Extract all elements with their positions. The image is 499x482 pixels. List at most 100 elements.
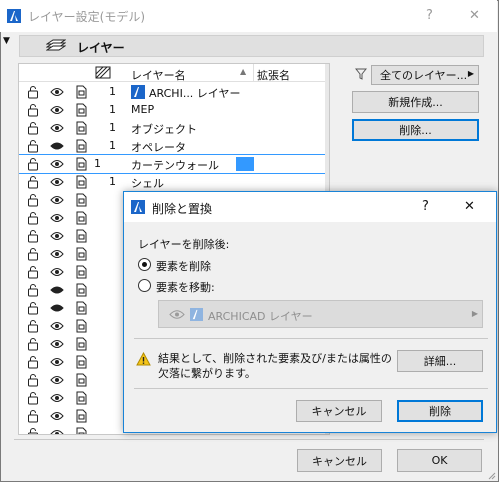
extension-edit-cell[interactable] [236,157,254,171]
dialog-cancel-button[interactable]: キャンセル [296,400,382,422]
radio-delete[interactable] [138,258,151,271]
filter-icon [355,68,367,80]
lock-icon[interactable] [26,103,40,117]
column-layer-name[interactable]: レイヤー名 [131,67,186,83]
wireframe-icon[interactable] [74,121,88,135]
eye-icon[interactable] [50,121,64,135]
lock-icon[interactable] [26,157,40,171]
footer-divider [14,439,484,440]
wireframe-icon[interactable] [74,175,88,189]
eye-hidden-icon[interactable] [50,283,64,297]
lock-icon[interactable] [26,391,40,405]
eye-hidden-icon[interactable] [50,139,64,153]
lock-icon[interactable] [26,247,40,261]
table-header: レイヤー名 ▲ 拡張名 [19,64,329,82]
wireframe-icon[interactable] [74,103,88,117]
lock-icon[interactable] [26,211,40,225]
lock-icon[interactable] [26,175,40,189]
archicad-app-icon [7,9,21,23]
eye-icon[interactable] [50,355,64,369]
wireframe-icon[interactable] [74,85,88,99]
close-button[interactable]: ✕ [469,8,480,23]
eye-icon[interactable] [50,175,64,189]
eye-icon[interactable] [50,157,64,171]
lock-icon[interactable] [26,373,40,387]
lock-icon[interactable] [26,337,40,351]
option-delete-elements[interactable]: 要素を削除 [138,257,288,273]
delete-layer-button[interactable]: 削除... [352,119,479,141]
option-move-elements[interactable]: 要素を移動: [138,278,288,294]
cancel-button[interactable]: キャンセル [297,449,382,472]
wireframe-icon[interactable] [74,409,88,423]
wireframe-icon[interactable] [74,193,88,207]
lock-icon[interactable] [26,319,40,333]
wireframe-icon[interactable] [74,337,88,351]
lock-icon[interactable] [26,265,40,279]
lock-icon[interactable] [26,139,40,153]
dialog-help-button[interactable]: ? [422,199,429,214]
eye-hidden-icon[interactable] [50,301,64,315]
cancel-label: キャンセル [312,454,367,468]
eye-icon[interactable] [50,427,64,435]
wireframe-icon[interactable] [74,373,88,387]
collapse-arrow-icon[interactable]: ▼ [3,36,10,46]
wireframe-icon[interactable] [74,265,88,279]
table-row[interactable]: 1 MEP [19,101,329,119]
wireframe-icon[interactable] [74,247,88,261]
row-layer-name: オペレータ [131,141,186,154]
lock-icon[interactable] [26,409,40,423]
lock-icon[interactable] [26,85,40,99]
table-row[interactable]: 1 オペレータ [19,137,329,155]
lock-icon[interactable] [26,355,40,369]
eye-icon[interactable] [50,85,64,99]
lock-icon[interactable] [26,301,40,315]
eye-icon[interactable] [50,265,64,279]
eye-icon[interactable] [50,193,64,207]
hatch-column-icon[interactable] [95,66,111,79]
wireframe-icon[interactable] [74,355,88,369]
row-layer-name: オブジェクト [131,123,197,136]
lock-icon[interactable] [26,121,40,135]
lock-icon[interactable] [26,427,40,435]
wireframe-icon[interactable] [74,319,88,333]
radio-move[interactable] [138,279,151,292]
lock-icon[interactable] [26,229,40,243]
table-row[interactable]: 1 ARCHI... レイヤー [19,83,329,101]
dialog-delete-button[interactable]: 削除 [397,400,483,422]
lock-icon[interactable] [26,193,40,207]
wireframe-icon[interactable] [74,391,88,405]
eye-icon[interactable] [50,103,64,117]
ok-button[interactable]: OK [397,449,482,472]
eye-icon[interactable] [50,373,64,387]
help-button[interactable]: ? [426,8,433,23]
wireframe-icon[interactable] [74,427,88,435]
resize-grip-icon[interactable] [487,471,496,480]
wireframe-icon[interactable] [74,301,88,315]
archicad-layer-icon [131,85,145,99]
dialog-close-button[interactable]: ✕ [464,199,475,214]
layer-filter-dropdown[interactable]: 全てのレイヤー... ▶ [371,65,479,85]
eye-icon[interactable] [50,229,64,243]
eye-icon[interactable] [50,319,64,333]
lock-icon[interactable] [26,283,40,297]
table-row[interactable]: 1 オブジェクト [19,119,329,137]
sort-ascending-icon[interactable]: ▲ [240,67,246,76]
eye-icon[interactable] [50,337,64,351]
eye-icon[interactable] [50,409,64,423]
eye-icon[interactable] [50,247,64,261]
eye-icon[interactable] [50,391,64,405]
wireframe-icon[interactable] [74,157,88,171]
wireframe-icon[interactable] [74,211,88,225]
new-layer-button[interactable]: 新規作成... [352,91,479,113]
wireframe-icon[interactable] [74,139,88,153]
column-extension[interactable]: 拡張名 [257,67,290,83]
dialog-delete-label: 削除 [429,405,451,418]
details-button[interactable]: 詳細... [397,350,483,372]
move-target-dropdown[interactable]: ARCHICAD レイヤー ▶ [158,300,483,328]
wireframe-icon[interactable] [74,229,88,243]
table-row[interactable]: 1 シェル [19,173,329,191]
wireframe-icon[interactable] [74,283,88,297]
delete-layer-label: 削除... [399,124,432,137]
eye-icon[interactable] [50,211,64,225]
table-row[interactable]: 1 カーテンウォール [19,154,329,174]
